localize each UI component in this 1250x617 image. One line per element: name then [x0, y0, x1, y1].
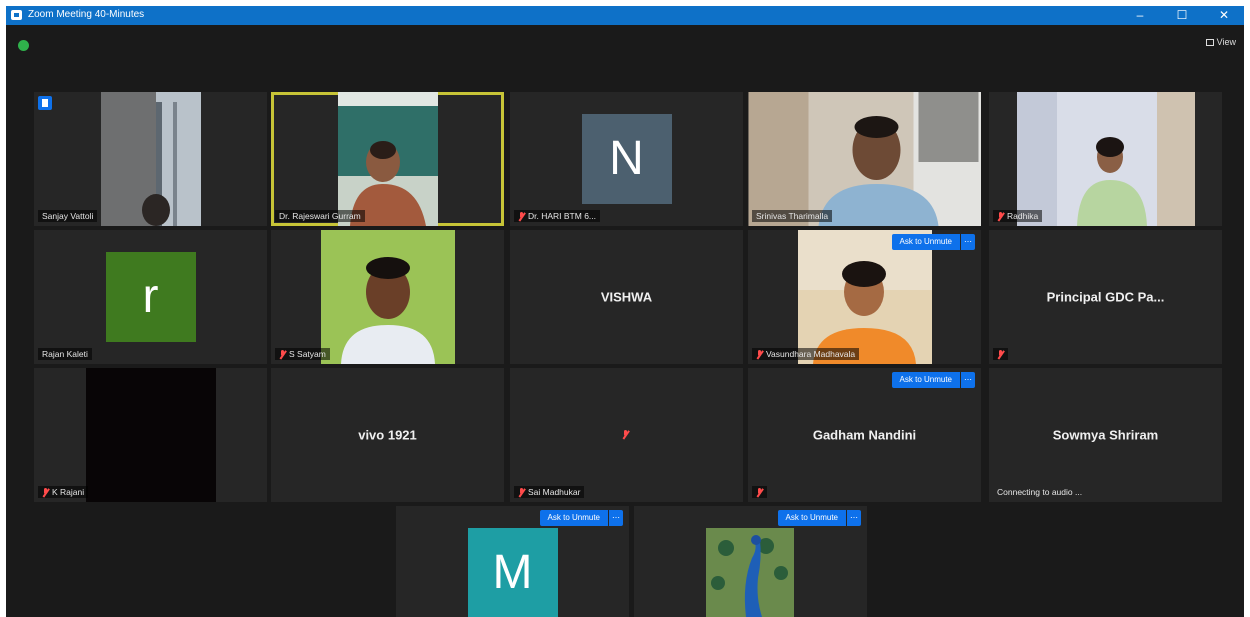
title-bar: Zoom Meeting 40-Minutes – ☐ ✕: [6, 6, 1244, 25]
muted-mic-icon: [42, 487, 49, 497]
participant-name-bar: Dr. Rajeswari Gurram: [275, 210, 365, 222]
muted-mic-icon: [997, 349, 1004, 359]
more-options-button[interactable]: ⋯: [961, 234, 975, 250]
close-button[interactable]: ✕: [1204, 6, 1244, 25]
participant-tile[interactable]: Ask to Unmute ⋯ Gadham Nandini: [748, 368, 981, 502]
participant-tile[interactable]: K Rajani: [34, 368, 267, 502]
participant-video: [337, 92, 438, 226]
participant-name-bar: K Rajani: [38, 486, 89, 498]
participant-status: Connecting to audio ...: [997, 487, 1083, 497]
more-options-button[interactable]: ⋯: [609, 510, 623, 526]
participant-video: [100, 92, 201, 226]
avatar: M: [467, 528, 558, 617]
muted-mic-icon: [756, 487, 763, 497]
view-button[interactable]: View: [1205, 36, 1236, 48]
participant-tile[interactable]: Ask to Unmute ⋯ M: [396, 506, 629, 617]
participant-tile[interactable]: Ask to Unmute ⋯ Vasundhara Madhavala: [748, 230, 981, 364]
participant-tile[interactable]: Principal GDC Pa...: [989, 230, 1222, 364]
participant-name-bar: [752, 486, 767, 498]
participant-name-bar: Rajan Kaleti: [38, 348, 92, 360]
participant-display-name: Gadham Nandini: [812, 427, 917, 443]
more-options-button[interactable]: ⋯: [847, 510, 861, 526]
maximize-button[interactable]: ☐: [1162, 6, 1202, 25]
zoom-window: Zoom Meeting 40-Minutes – ☐ ✕ View Sanja…: [6, 6, 1244, 617]
ask-to-unmute-control[interactable]: Ask to Unmute ⋯: [539, 510, 623, 526]
window-title: Zoom Meeting 40-Minutes: [28, 9, 145, 20]
ask-to-unmute-control[interactable]: Ask to Unmute ⋯: [777, 510, 861, 526]
participant-tile[interactable]: S Satyam: [271, 230, 504, 364]
participant-tile[interactable]: Srinivas Tharimalla: [748, 92, 981, 226]
participant-tile[interactable]: Radhika: [989, 92, 1222, 226]
muted-mic-icon: [997, 211, 1004, 221]
ask-to-unmute-control[interactable]: Ask to Unmute ⋯: [891, 234, 975, 250]
participant-name-bar: Dr. HARI BTM 6...: [514, 210, 601, 222]
security-shield-icon[interactable]: [18, 40, 29, 51]
participant-tile[interactable]: VISHWA: [510, 230, 743, 364]
ask-to-unmute-button[interactable]: Ask to Unmute: [539, 510, 608, 526]
participant-video: [748, 92, 981, 226]
participant-tile[interactable]: vivo 1921: [271, 368, 504, 502]
participant-name-bar: Srinivas Tharimalla: [752, 210, 833, 222]
participant-tile[interactable]: Ask to Unmute ⋯: [634, 506, 867, 617]
meeting-top-bar: [6, 25, 1244, 53]
zoom-app-icon: [11, 10, 22, 20]
participant-tile[interactable]: Sanjay Vattoli: [34, 92, 267, 226]
participant-tile[interactable]: r Rajan Kaleti: [34, 230, 267, 364]
participant-name-bar: Radhika: [993, 210, 1043, 222]
minimize-button[interactable]: –: [1120, 6, 1160, 25]
participant-video: [85, 368, 216, 502]
participant-display-name: Principal GDC Pa...: [1046, 289, 1165, 305]
participant-display-name: VISHWA: [600, 289, 653, 305]
share-icon[interactable]: [38, 96, 52, 110]
participant-video: [1016, 92, 1195, 226]
participant-video: [320, 230, 455, 364]
muted-mic-icon: [518, 211, 525, 221]
participant-name-bar: Sai Madhukar: [514, 486, 585, 498]
more-options-button[interactable]: ⋯: [961, 372, 975, 388]
avatar: N: [581, 114, 672, 204]
participant-tile[interactable]: N Dr. HARI BTM 6...: [510, 92, 743, 226]
participant-tile[interactable]: Sowmya Shriram Connecting to audio ...: [989, 368, 1222, 502]
participant-name-bar: Sanjay Vattoli: [38, 210, 98, 222]
avatar: r: [105, 252, 196, 342]
ask-to-unmute-button[interactable]: Ask to Unmute: [777, 510, 846, 526]
peacock-profile-picture: [706, 528, 794, 617]
participant-name-bar: S Satyam: [275, 348, 330, 360]
muted-mic-icon: [756, 349, 763, 359]
ask-to-unmute-control[interactable]: Ask to Unmute ⋯: [891, 372, 975, 388]
participant-display-name: Sowmya Shriram: [1052, 427, 1159, 443]
participant-video: [797, 230, 932, 364]
participant-display-name: vivo 1921: [358, 427, 417, 443]
participant-tile-active-speaker[interactable]: Dr. Rajeswari Gurram: [271, 92, 504, 226]
ask-to-unmute-button[interactable]: Ask to Unmute: [891, 372, 960, 388]
muted-mic-icon: [279, 349, 286, 359]
view-label: View: [1216, 37, 1236, 47]
ask-to-unmute-button[interactable]: Ask to Unmute: [891, 234, 960, 250]
participant-name-bar: [993, 348, 1008, 360]
muted-mic-icon: [622, 430, 629, 439]
muted-mic-icon: [518, 487, 525, 497]
participant-name-bar: Vasundhara Madhavala: [752, 348, 860, 360]
participant-tile[interactable]: Sai Madhukar: [510, 368, 743, 502]
grid-icon: [1205, 39, 1214, 47]
